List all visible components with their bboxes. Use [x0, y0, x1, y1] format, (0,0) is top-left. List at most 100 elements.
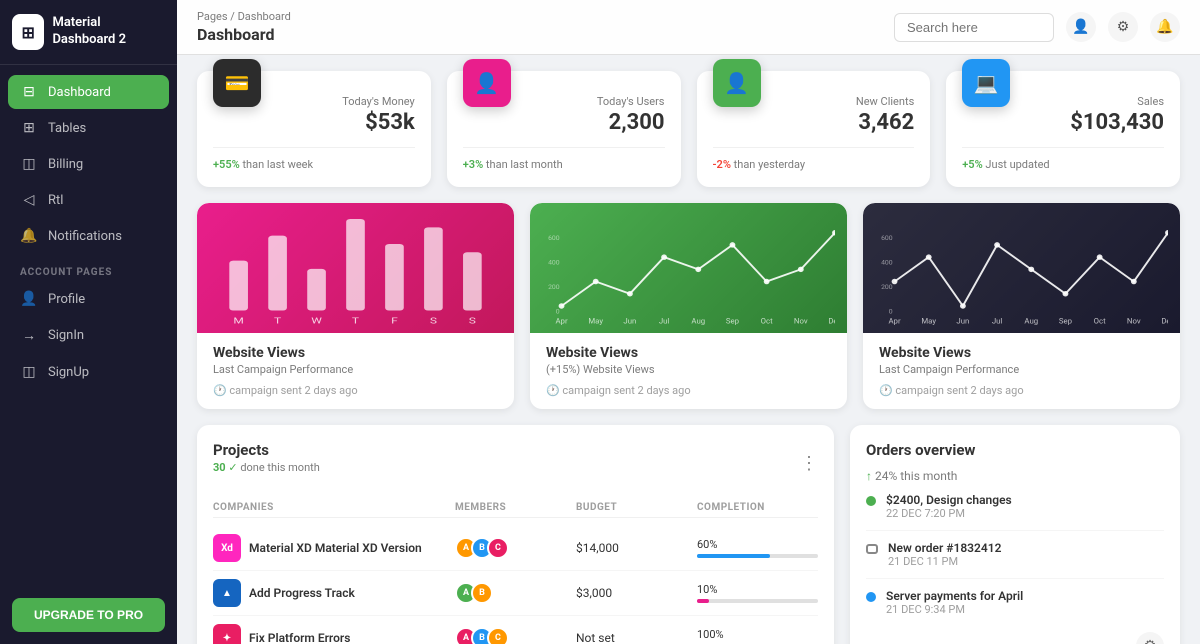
stat-change-money: +55% [213, 158, 240, 171]
order-title: Server payments for April [886, 589, 1023, 603]
sidebar-item-signin[interactable]: → SignIn [8, 318, 169, 353]
svg-text:F: F [391, 315, 398, 325]
sidebar-item-tables[interactable]: ⊞Tables [8, 111, 169, 145]
chart-footer-chart1: 🕐 campaign sent 2 days ago [213, 384, 498, 397]
orders-panel: Orders overview ↑ 24% this month $2400, … [850, 425, 1180, 644]
progress-bar-bg [697, 554, 818, 558]
search-input[interactable] [894, 13, 1054, 42]
svg-text:Sep: Sep [1059, 317, 1072, 326]
chart-card-chart2: 0200400600AprMayJunJulAugSepOctNovDec We… [530, 203, 847, 409]
sidebar-label-signin: SignIn [48, 328, 84, 343]
chart-title-chart3: Website Views [879, 345, 1164, 361]
sidebar-label-signup: SignUp [48, 365, 89, 380]
chart-subtitle-chart3: Last Campaign Performance [879, 363, 1164, 376]
breadcrumb-current: Dashboard [238, 10, 291, 23]
breadcrumb: Pages / Dashboard [197, 10, 291, 23]
sidebar-item-notifications[interactable]: 🔔Notifications [8, 219, 169, 253]
completion-cell: 60% [697, 538, 818, 558]
bottom-row: Projects 30 ✓ done this month ⋮ COMPANIE… [197, 425, 1180, 644]
projects-subtitle: 30 ✓ done this month [213, 461, 320, 474]
chart-footer-chart2: 🕐 campaign sent 2 days ago [546, 384, 831, 397]
tables-icon: ⊞ [20, 120, 38, 136]
table-row: Xd Material XD Material XD Version ABC $… [213, 526, 818, 571]
company-logo: ▲ [213, 579, 241, 607]
svg-text:400: 400 [881, 259, 893, 267]
sidebar-logo-text: Material Dashboard 2 [52, 15, 165, 49]
signin-icon: → [20, 327, 38, 344]
breadcrumb-separator: / [230, 10, 237, 23]
company-name: Fix Platform Errors [249, 631, 350, 644]
member-avatar: B [471, 582, 493, 604]
stat-footer-sales: +5% Just updated [962, 147, 1164, 171]
svg-text:Jul: Jul [659, 317, 670, 326]
progress-label: 10% [697, 583, 818, 596]
notifications-icon: 🔔 [20, 228, 38, 244]
progress-bar-fill [697, 599, 709, 603]
sidebar-item-billing[interactable]: ◫Billing [8, 147, 169, 181]
svg-text:Dec: Dec [1161, 317, 1168, 326]
projects-more-button[interactable]: ⋮ [800, 453, 818, 474]
member-avatar: C [487, 537, 509, 559]
stat-footer-users: +3% than last month [463, 147, 665, 171]
company-cell: ✦ Fix Platform Errors [213, 624, 455, 644]
members-cell: AB [455, 582, 576, 604]
projects-done-text: done this month [240, 461, 320, 474]
sidebar-label-billing: Billing [48, 157, 83, 172]
budget-cell: Not set [576, 631, 697, 644]
completion-cell: 10% [697, 583, 818, 603]
svg-text:Oct: Oct [761, 317, 774, 326]
svg-text:Nov: Nov [794, 317, 808, 326]
stat-icon-sales: 💻 [962, 59, 1010, 107]
notification-icon[interactable]: 🔔 [1150, 12, 1180, 42]
orders-settings-icon[interactable]: ⚙ [1136, 632, 1164, 644]
projects-title: Projects [213, 441, 320, 459]
table-column-header: COMPLETION [697, 502, 818, 513]
svg-text:Sep: Sep [726, 317, 739, 326]
svg-text:0: 0 [889, 307, 893, 315]
sidebar-item-profile[interactable]: 👤 Profile [8, 282, 169, 316]
svg-text:Jun: Jun [956, 317, 969, 326]
sidebar-label-profile: Profile [48, 292, 85, 307]
profile-icon: 👤 [20, 291, 38, 307]
progress-label: 60% [697, 538, 818, 551]
svg-text:600: 600 [881, 234, 893, 242]
content-area: 💳 Today's Money $53k +55% than last week… [177, 55, 1200, 644]
user-icon[interactable]: 👤 [1066, 12, 1096, 42]
company-logo: ✦ [213, 624, 241, 644]
order-info: New order #1832412 21 DEC 11 PM [888, 541, 1001, 568]
projects-table-header: COMPANIESMEMBERSBUDGETCOMPLETION [213, 498, 818, 518]
chart-footer-chart3: 🕐 campaign sent 2 days ago [879, 384, 1164, 397]
table-column-header: MEMBERS [455, 502, 576, 513]
chart-info-chart1: Website Views Last Campaign Performance … [197, 333, 514, 409]
chart-title-chart2: Website Views [546, 345, 831, 361]
svg-text:M: M [233, 315, 243, 325]
projects-table: COMPANIESMEMBERSBUDGETCOMPLETION Xd Mate… [213, 498, 818, 644]
orders-growth-text: this month [900, 469, 957, 483]
svg-text:400: 400 [548, 259, 560, 267]
signup-icon: ◫ [20, 364, 38, 380]
order-dot-code [866, 544, 878, 554]
chart-visual-chart2: 0200400600AprMayJunJulAugSepOctNovDec [530, 203, 847, 333]
sidebar-item-rtl[interactable]: ◁Rtl [8, 183, 169, 217]
stat-change-clients: -2% [713, 158, 731, 171]
svg-text:Jul: Jul [992, 317, 1003, 326]
orders-header: Orders overview [866, 441, 1164, 461]
sidebar-label-rtl: Rtl [48, 193, 63, 208]
svg-text:Nov: Nov [1127, 317, 1141, 326]
chart-visual-chart3: 0200400600AprMayJunJulAugSepOctNovDec [863, 203, 1180, 333]
member-avatar: C [487, 627, 509, 644]
stat-change-users: +3% [463, 158, 483, 171]
breadcrumb-pages[interactable]: Pages [197, 10, 228, 23]
svg-text:Aug: Aug [691, 317, 705, 326]
company-cell: Xd Material XD Material XD Version [213, 534, 455, 562]
upgrade-button[interactable]: UPGRADE TO PRO [12, 598, 165, 632]
projects-done-count: 30 [213, 461, 226, 474]
progress-label: 100% [697, 628, 818, 641]
settings-icon[interactable]: ⚙ [1108, 12, 1138, 42]
chart-info-chart3: Website Views Last Campaign Performance … [863, 333, 1180, 409]
chart-subtitle-chart1: Last Campaign Performance [213, 363, 498, 376]
sidebar-item-dashboard[interactable]: ⊟ Dashboard [8, 75, 169, 109]
sidebar-item-signup[interactable]: ◫ SignUp [8, 355, 169, 389]
sidebar-label-dashboard: Dashboard [48, 85, 111, 100]
dashboard-icon: ⊟ [20, 84, 38, 100]
